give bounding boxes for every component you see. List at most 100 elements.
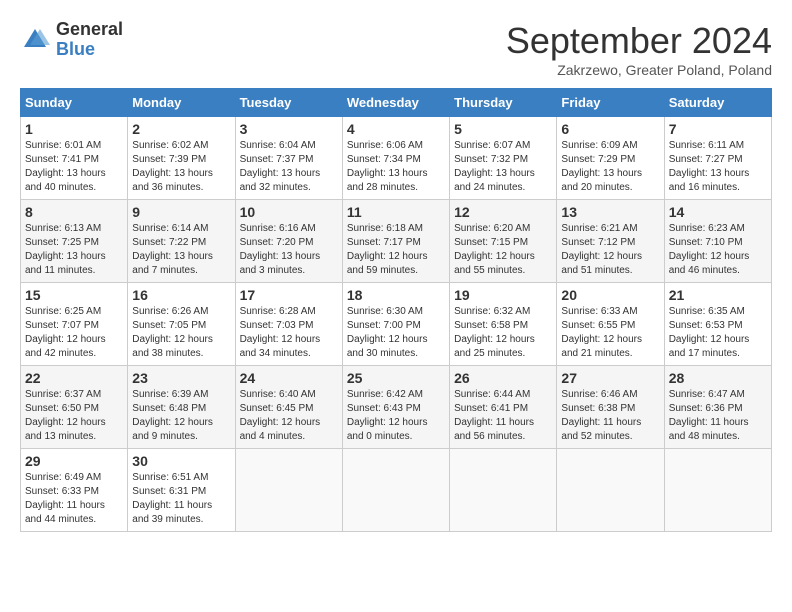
table-row: 14Sunrise: 6:23 AMSunset: 7:10 PMDayligh… xyxy=(664,200,771,283)
day-number: 9 xyxy=(132,204,230,220)
table-row: 5 Sunrise: 6:07 AMSunset: 7:32 PMDaylight… xyxy=(450,117,557,200)
col-wednesday: Wednesday xyxy=(342,89,449,117)
table-row: 1Sunrise: 6:01 AMSunset: 7:41 PMDaylight… xyxy=(21,117,128,200)
table-row: 24Sunrise: 6:40 AMSunset: 6:45 PMDayligh… xyxy=(235,366,342,449)
table-row: 7 Sunrise: 6:11 AMSunset: 7:27 PMDaylight… xyxy=(664,117,771,200)
day-info: Sunrise: 6:35 AMSunset: 6:53 PMDaylight:… xyxy=(669,306,750,359)
day-number: 4 xyxy=(347,121,445,137)
table-row xyxy=(450,449,557,532)
table-row: 2Sunrise: 6:02 AMSunset: 7:39 PMDaylight… xyxy=(128,117,235,200)
table-row: 11 Sunrise: 6:18 AMSunset: 7:17 PMDayligh… xyxy=(342,200,449,283)
logo-general: General xyxy=(56,20,123,40)
day-number: 7 xyxy=(669,121,767,137)
header-row: Sunday Monday Tuesday Wednesday Thursday… xyxy=(21,89,772,117)
table-row: 22 Sunrise: 6:37 AMSunset: 6:50 PMDayligh… xyxy=(21,366,128,449)
calendar-week-2: 8 Sunrise: 6:13 AMSunset: 7:25 PMDaylight… xyxy=(21,200,772,283)
table-row: 6 Sunrise: 6:09 AMSunset: 7:29 PMDaylight… xyxy=(557,117,664,200)
day-number: 26 xyxy=(454,370,552,386)
col-saturday: Saturday xyxy=(664,89,771,117)
day-number: 15 xyxy=(25,287,123,303)
calendar-body: 1Sunrise: 6:01 AMSunset: 7:41 PMDaylight… xyxy=(21,117,772,532)
day-number: 13 xyxy=(561,204,659,220)
title-block: September 2024 Zakrzewo, Greater Poland,… xyxy=(506,20,772,78)
day-info: Sunrise: 6:42 AMSunset: 6:43 PMDaylight:… xyxy=(347,389,428,442)
table-row: 25 Sunrise: 6:42 AMSunset: 6:43 PMDayligh… xyxy=(342,366,449,449)
day-number: 18 xyxy=(347,287,445,303)
day-number: 27 xyxy=(561,370,659,386)
table-row: 26 Sunrise: 6:44 AMSunset: 6:41 PMDayligh… xyxy=(450,366,557,449)
day-info: Sunrise: 6:11 AMSunset: 7:27 PMDaylight:… xyxy=(669,140,750,193)
day-number: 17 xyxy=(240,287,338,303)
col-monday: Monday xyxy=(128,89,235,117)
table-row: 30 Sunrise: 6:51 AMSunset: 6:31 PMDayligh… xyxy=(128,449,235,532)
calendar-week-5: 29Sunrise: 6:49 AMSunset: 6:33 PMDayligh… xyxy=(21,449,772,532)
day-info: Sunrise: 6:07 AMSunset: 7:32 PMDaylight:… xyxy=(454,140,535,193)
day-number: 12 xyxy=(454,204,552,220)
day-info: Sunrise: 6:28 AMSunset: 7:03 PMDaylight:… xyxy=(240,306,321,359)
day-number: 29 xyxy=(25,453,123,469)
day-info: Sunrise: 6:33 AMSunset: 6:55 PMDaylight:… xyxy=(561,306,642,359)
logo-text: General Blue xyxy=(56,20,123,60)
table-row: 18Sunrise: 6:30 AMSunset: 7:00 PMDayligh… xyxy=(342,283,449,366)
day-number: 16 xyxy=(132,287,230,303)
table-row: 21Sunrise: 6:35 AMSunset: 6:53 PMDayligh… xyxy=(664,283,771,366)
day-number: 3 xyxy=(240,121,338,137)
calendar-table: Sunday Monday Tuesday Wednesday Thursday… xyxy=(20,88,772,532)
day-number: 28 xyxy=(669,370,767,386)
table-row xyxy=(235,449,342,532)
table-row xyxy=(664,449,771,532)
day-info: Sunrise: 6:06 AMSunset: 7:34 PMDaylight:… xyxy=(347,140,428,193)
day-info: Sunrise: 6:21 AMSunset: 7:12 PMDaylight:… xyxy=(561,223,642,276)
table-row: 23Sunrise: 6:39 AMSunset: 6:48 PMDayligh… xyxy=(128,366,235,449)
day-number: 23 xyxy=(132,370,230,386)
table-row: 9 Sunrise: 6:14 AMSunset: 7:22 PMDaylight… xyxy=(128,200,235,283)
day-info: Sunrise: 6:51 AMSunset: 6:31 PMDaylight:… xyxy=(132,472,212,525)
day-info: Sunrise: 6:02 AMSunset: 7:39 PMDaylight:… xyxy=(132,140,213,193)
logo-icon xyxy=(20,25,50,55)
day-info: Sunrise: 6:20 AMSunset: 7:15 PMDaylight:… xyxy=(454,223,535,276)
day-number: 11 xyxy=(347,204,445,220)
table-row: 19 Sunrise: 6:32 AMSunset: 6:58 PMDayligh… xyxy=(450,283,557,366)
day-info: Sunrise: 6:01 AMSunset: 7:41 PMDaylight:… xyxy=(25,140,106,193)
day-number: 20 xyxy=(561,287,659,303)
day-info: Sunrise: 6:13 AMSunset: 7:25 PMDaylight:… xyxy=(25,223,106,276)
table-row: 12 Sunrise: 6:20 AMSunset: 7:15 PMDayligh… xyxy=(450,200,557,283)
day-info: Sunrise: 6:32 AMSunset: 6:58 PMDaylight:… xyxy=(454,306,535,359)
day-info: Sunrise: 6:09 AMSunset: 7:29 PMDaylight:… xyxy=(561,140,642,193)
day-info: Sunrise: 6:23 AMSunset: 7:10 PMDaylight:… xyxy=(669,223,750,276)
table-row: 4 Sunrise: 6:06 AMSunset: 7:34 PMDaylight… xyxy=(342,117,449,200)
table-row: 20 Sunrise: 6:33 AMSunset: 6:55 PMDayligh… xyxy=(557,283,664,366)
day-number: 30 xyxy=(132,453,230,469)
logo: General Blue xyxy=(20,20,123,60)
logo-blue: Blue xyxy=(56,40,123,60)
table-row: 10Sunrise: 6:16 AMSunset: 7:20 PMDayligh… xyxy=(235,200,342,283)
day-number: 22 xyxy=(25,370,123,386)
col-sunday: Sunday xyxy=(21,89,128,117)
day-info: Sunrise: 6:44 AMSunset: 6:41 PMDaylight:… xyxy=(454,389,534,442)
day-number: 6 xyxy=(561,121,659,137)
table-row: 27Sunrise: 6:46 AMSunset: 6:38 PMDayligh… xyxy=(557,366,664,449)
table-row: 16 Sunrise: 6:26 AMSunset: 7:05 PMDayligh… xyxy=(128,283,235,366)
day-info: Sunrise: 6:37 AMSunset: 6:50 PMDaylight:… xyxy=(25,389,106,442)
table-row: 13 Sunrise: 6:21 AMSunset: 7:12 PMDayligh… xyxy=(557,200,664,283)
day-info: Sunrise: 6:16 AMSunset: 7:20 PMDaylight:… xyxy=(240,223,321,276)
table-row: 28Sunrise: 6:47 AMSunset: 6:36 PMDayligh… xyxy=(664,366,771,449)
month-title: September 2024 xyxy=(506,20,772,62)
table-row: 3 Sunrise: 6:04 AMSunset: 7:37 PMDaylight… xyxy=(235,117,342,200)
page-header: General Blue September 2024 Zakrzewo, Gr… xyxy=(20,20,772,78)
col-friday: Friday xyxy=(557,89,664,117)
day-number: 24 xyxy=(240,370,338,386)
col-tuesday: Tuesday xyxy=(235,89,342,117)
day-info: Sunrise: 6:04 AMSunset: 7:37 PMDaylight:… xyxy=(240,140,321,193)
day-info: Sunrise: 6:14 AMSunset: 7:22 PMDaylight:… xyxy=(132,223,213,276)
day-info: Sunrise: 6:26 AMSunset: 7:05 PMDaylight:… xyxy=(132,306,213,359)
day-number: 8 xyxy=(25,204,123,220)
table-row xyxy=(557,449,664,532)
day-info: Sunrise: 6:18 AMSunset: 7:17 PMDaylight:… xyxy=(347,223,428,276)
table-row: 29Sunrise: 6:49 AMSunset: 6:33 PMDayligh… xyxy=(21,449,128,532)
calendar-week-3: 15Sunrise: 6:25 AMSunset: 7:07 PMDayligh… xyxy=(21,283,772,366)
day-number: 25 xyxy=(347,370,445,386)
day-number: 5 xyxy=(454,121,552,137)
day-number: 19 xyxy=(454,287,552,303)
location-subtitle: Zakrzewo, Greater Poland, Poland xyxy=(506,62,772,78)
